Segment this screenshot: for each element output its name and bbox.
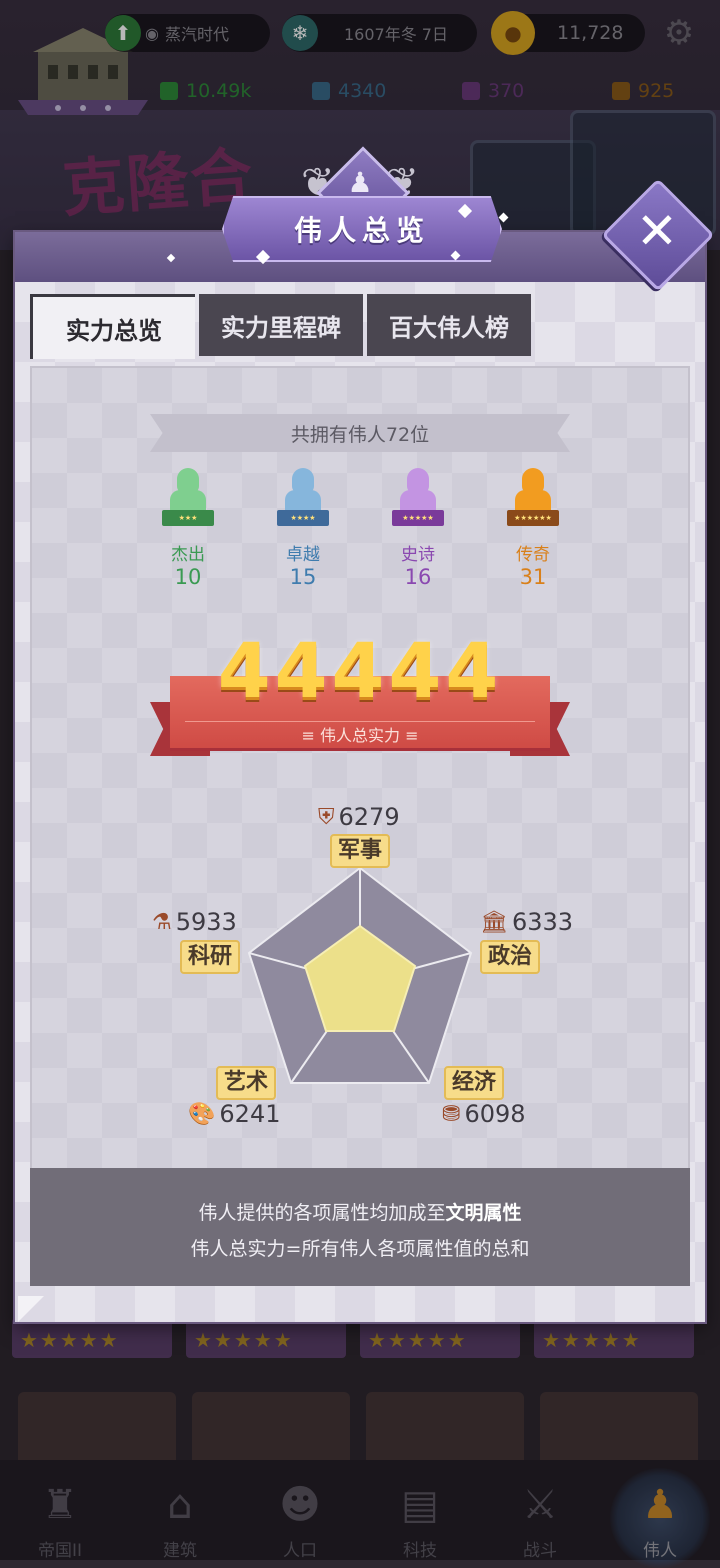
lines-icon: ≡ (301, 726, 315, 745)
research-tag: 科研 (180, 940, 241, 974)
tab-top100-ranking[interactable]: 百大伟人榜 (367, 294, 531, 356)
tier-stars: ★★★★★★ (514, 514, 552, 522)
tier-count: 15 (289, 565, 317, 589)
info-line-1: 伟人提供的各项属性均加成至文明属性 (30, 1198, 690, 1225)
politics-value: 🏛 6333 (480, 908, 573, 936)
orange-bust-icon: ★★★★★★ (507, 468, 559, 530)
blue-bust-icon: ★★★★ (277, 468, 329, 530)
bank-icon: 🏛 (480, 909, 508, 935)
info-line-2: 伟人总实力=所有伟人各项属性值的总和 (190, 1238, 530, 1260)
coins-icon: ⛃ (442, 1101, 461, 1127)
shield-icon: ⛨ (318, 804, 335, 830)
tier-legendary[interactable]: ★★★★★★ 传奇 31 (488, 468, 578, 589)
tier-stars: ★★★★ (290, 514, 316, 522)
lines-icon: ≡ (405, 726, 419, 745)
economy-tag: 经济 (444, 1066, 505, 1100)
tier-name: 卓越 (286, 545, 320, 565)
tier-stars: ★★★ (178, 514, 198, 522)
military-value-text: 6279 (338, 803, 400, 831)
total-count-banner: 共拥有伟人72位 (150, 414, 570, 452)
close-icon[interactable]: ✕ (626, 200, 688, 262)
palette-icon: 🎨 (188, 1101, 216, 1127)
tier-count: 10 (174, 565, 202, 589)
modal-title: 伟人总览 (293, 214, 430, 247)
total-count-text: 共拥有伟人72位 (290, 423, 430, 446)
flask-icon: ⚗ (152, 909, 172, 935)
research-value: ⚗ 5933 (152, 908, 237, 936)
politics-value-text: 6333 (511, 908, 574, 936)
military-tag: 军事 (330, 834, 391, 868)
tier-name: 史诗 (401, 545, 435, 565)
info-line-1-bold: 文明属性 (445, 1202, 522, 1224)
total-power-label: ≡ 伟人总实力 ≡ (150, 722, 570, 746)
art-value: 🎨 6241 (188, 1100, 280, 1128)
tier-epic[interactable]: ★★★★★ 史诗 16 (373, 468, 463, 589)
total-power-label-text: 伟人总实力 (319, 726, 400, 745)
politics-tag: 政治 (480, 940, 541, 974)
tier-count: 16 (404, 565, 432, 589)
tier-name: 杰出 (171, 545, 205, 565)
green-bust-icon: ★★★ (162, 468, 214, 530)
tier-name: 传奇 (516, 545, 550, 565)
art-value-text: 6241 (219, 1100, 281, 1128)
info-footer (30, 1168, 690, 1286)
tier-count: 31 (519, 565, 547, 589)
military-value: ⛨ 6279 (318, 803, 400, 831)
research-value-text: 5933 (175, 908, 237, 936)
panel-background (32, 368, 688, 1168)
purple-bust-icon: ★★★★★ (392, 468, 444, 530)
tier-outstanding[interactable]: ★★★ 杰出 10 (143, 468, 233, 589)
tab-bar: 实力总览 实力里程碑 百大伟人榜 (30, 294, 531, 359)
tab-power-milestones[interactable]: 实力里程碑 (199, 294, 363, 356)
economy-value: ⛃ 6098 (442, 1100, 526, 1128)
tier-stars: ★★★★★ (402, 514, 434, 522)
total-power-value: 44444 (217, 626, 503, 715)
info-line-1-text: 伟人提供的各项属性均加成至 (198, 1202, 446, 1224)
art-tag: 艺术 (216, 1066, 277, 1100)
economy-value-text: 6098 (464, 1100, 526, 1128)
corner-decoration (18, 1296, 44, 1322)
tab-power-overview[interactable]: 实力总览 (30, 294, 195, 359)
tier-excellent[interactable]: ★★★★ 卓越 15 (258, 468, 348, 589)
